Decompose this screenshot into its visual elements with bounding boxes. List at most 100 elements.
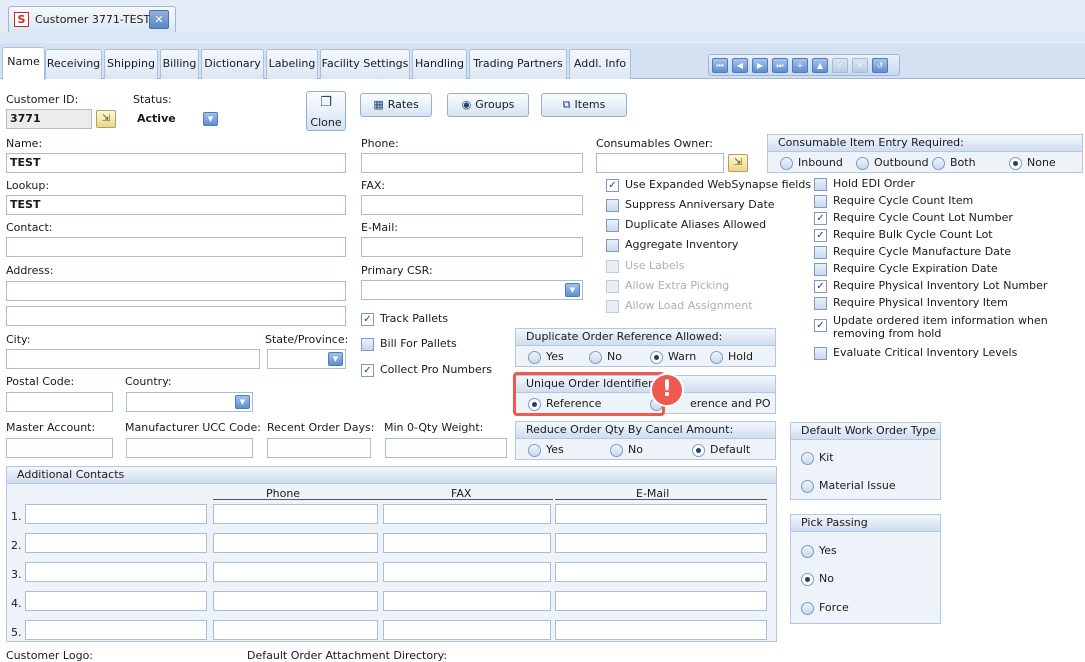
tab-labeling[interactable]: Labeling	[266, 49, 318, 79]
master-account-field[interactable]	[6, 438, 113, 458]
cancel-icon[interactable]: ✕	[852, 58, 868, 73]
tab-billing[interactable]: Billing	[160, 49, 199, 79]
contact-fax-field[interactable]	[383, 620, 551, 640]
work-order-material-issue-radio[interactable]	[801, 480, 814, 493]
hold-edi-order-checkbox[interactable]	[814, 178, 827, 191]
contact-fax-field[interactable]	[383, 504, 551, 524]
allow-load-assignment-checkbox[interactable]	[606, 300, 619, 313]
primary-csr-select[interactable]: ▼	[361, 280, 583, 300]
postal-code-field[interactable]	[6, 392, 113, 412]
contact-fax-field[interactable]	[383, 533, 551, 553]
require-bulk-cycle-count-lot-checkbox[interactable]: ✓	[814, 229, 827, 242]
contact-email-field[interactable]	[555, 562, 767, 582]
contact-name-field[interactable]	[25, 504, 207, 524]
chevron-down-icon[interactable]: ▼	[235, 395, 250, 409]
require-physical-inventory-lot-checkbox[interactable]: ✓	[814, 280, 827, 293]
contact-name-field[interactable]	[25, 562, 207, 582]
consumable-inbound-radio[interactable]	[780, 157, 793, 170]
fax-field[interactable]	[361, 195, 583, 215]
work-order-kit-radio[interactable]	[801, 452, 814, 465]
tab-addl-info[interactable]: Addl. Info	[569, 49, 631, 79]
address-line1-field[interactable]	[6, 281, 346, 301]
address-line2-field[interactable]	[6, 306, 346, 326]
refresh-icon[interactable]: ↺	[872, 58, 888, 73]
reduce-default-radio[interactable]	[692, 444, 705, 457]
add-record-icon[interactable]: +	[792, 58, 808, 73]
first-record-icon[interactable]: ⏮	[712, 58, 728, 73]
require-cycle-expiration-date-checkbox[interactable]	[814, 263, 827, 276]
dup-ref-warn-radio[interactable]	[650, 351, 663, 364]
aggregate-inventory-checkbox[interactable]	[606, 239, 619, 252]
contact-phone-field[interactable]	[213, 562, 378, 582]
chevron-down-icon[interactable]: ▼	[565, 283, 580, 297]
consumable-outbound-radio[interactable]	[856, 157, 869, 170]
contact-email-field[interactable]	[555, 533, 767, 553]
contact-phone-field[interactable]	[213, 533, 378, 553]
collect-pro-numbers-checkbox[interactable]: ✓	[361, 364, 374, 377]
consumables-owner-field[interactable]	[596, 153, 724, 173]
close-tab-button[interactable]: ✕	[149, 10, 169, 29]
city-field[interactable]	[6, 349, 260, 369]
country-select[interactable]: ▼	[126, 392, 253, 412]
contact-name-field[interactable]	[25, 533, 207, 553]
contact-email-field[interactable]	[555, 620, 767, 640]
tab-receiving[interactable]: Receiving	[45, 49, 102, 79]
contact-phone-field[interactable]	[213, 591, 378, 611]
recent-order-days-field[interactable]	[267, 438, 371, 458]
move-up-icon[interactable]: ▲	[812, 58, 828, 73]
manufacturer-ucc-field[interactable]	[126, 438, 253, 458]
rates-button[interactable]: ▦ Rates	[360, 93, 432, 117]
reduce-no-radio[interactable]	[610, 444, 623, 457]
chevron-down-icon[interactable]: ▼	[203, 112, 218, 126]
confirm-icon[interactable]: ✓	[832, 58, 848, 73]
evaluate-critical-inventory-checkbox[interactable]	[814, 347, 827, 360]
contact-email-field[interactable]	[555, 591, 767, 611]
expanded-websynapse-checkbox[interactable]: ✓	[606, 179, 619, 192]
tab-shipping[interactable]: Shipping	[104, 49, 158, 79]
clone-button[interactable]: ❐ Clone	[306, 91, 346, 131]
state-select[interactable]: ▼	[267, 349, 346, 369]
tab-trading-partners[interactable]: Trading Partners	[469, 49, 567, 79]
track-pallets-checkbox[interactable]: ✓	[361, 313, 374, 326]
min-qty-weight-field[interactable]	[385, 438, 507, 458]
lookup-icon[interactable]: ⇲	[728, 154, 748, 172]
email-field[interactable]	[361, 237, 583, 257]
name-field[interactable]: TEST	[6, 153, 346, 173]
update-ordered-item-checkbox[interactable]: ✓	[814, 319, 827, 332]
previous-record-icon[interactable]: ◀	[732, 58, 748, 73]
consumable-both-radio[interactable]	[932, 157, 945, 170]
lookup-icon[interactable]: ⇲	[96, 110, 116, 128]
contact-field[interactable]	[6, 237, 346, 257]
suppress-anniversary-checkbox[interactable]	[606, 199, 619, 212]
pick-passing-yes-radio[interactable]	[801, 545, 814, 558]
use-labels-checkbox[interactable]	[606, 260, 619, 273]
tab-name[interactable]: Name	[2, 47, 45, 80]
phone-field[interactable]	[361, 153, 583, 173]
chevron-down-icon[interactable]: ▼	[328, 352, 343, 366]
contact-name-field[interactable]	[25, 620, 207, 640]
allow-extra-picking-checkbox[interactable]	[606, 280, 619, 293]
tab-facility-settings[interactable]: Facility Settings	[320, 49, 410, 79]
next-record-icon[interactable]: ▶	[752, 58, 768, 73]
require-cycle-count-item-checkbox[interactable]	[814, 195, 827, 208]
dup-ref-hold-radio[interactable]	[710, 351, 723, 364]
contact-phone-field[interactable]	[213, 504, 378, 524]
require-cycle-count-lot-checkbox[interactable]: ✓	[814, 212, 827, 225]
status-select[interactable]: Active ▼	[133, 109, 221, 129]
pick-passing-force-radio[interactable]	[801, 602, 814, 615]
consumable-none-radio[interactable]	[1009, 157, 1022, 170]
contact-email-field[interactable]	[555, 504, 767, 524]
pick-passing-no-radio[interactable]	[801, 573, 814, 586]
tab-dictionary[interactable]: Dictionary	[201, 49, 264, 79]
reduce-yes-radio[interactable]	[528, 444, 541, 457]
items-button[interactable]: ⧉ Items	[541, 93, 627, 117]
contact-fax-field[interactable]	[383, 591, 551, 611]
groups-button[interactable]: ◉ Groups	[447, 93, 529, 117]
contact-name-field[interactable]	[25, 591, 207, 611]
dup-ref-yes-radio[interactable]	[528, 351, 541, 364]
contact-fax-field[interactable]	[383, 562, 551, 582]
document-tab[interactable]: S Customer 3771-TEST ✕	[8, 6, 176, 32]
bill-for-pallets-checkbox[interactable]	[361, 338, 374, 351]
contact-phone-field[interactable]	[213, 620, 378, 640]
tab-handling[interactable]: Handling	[412, 49, 467, 79]
